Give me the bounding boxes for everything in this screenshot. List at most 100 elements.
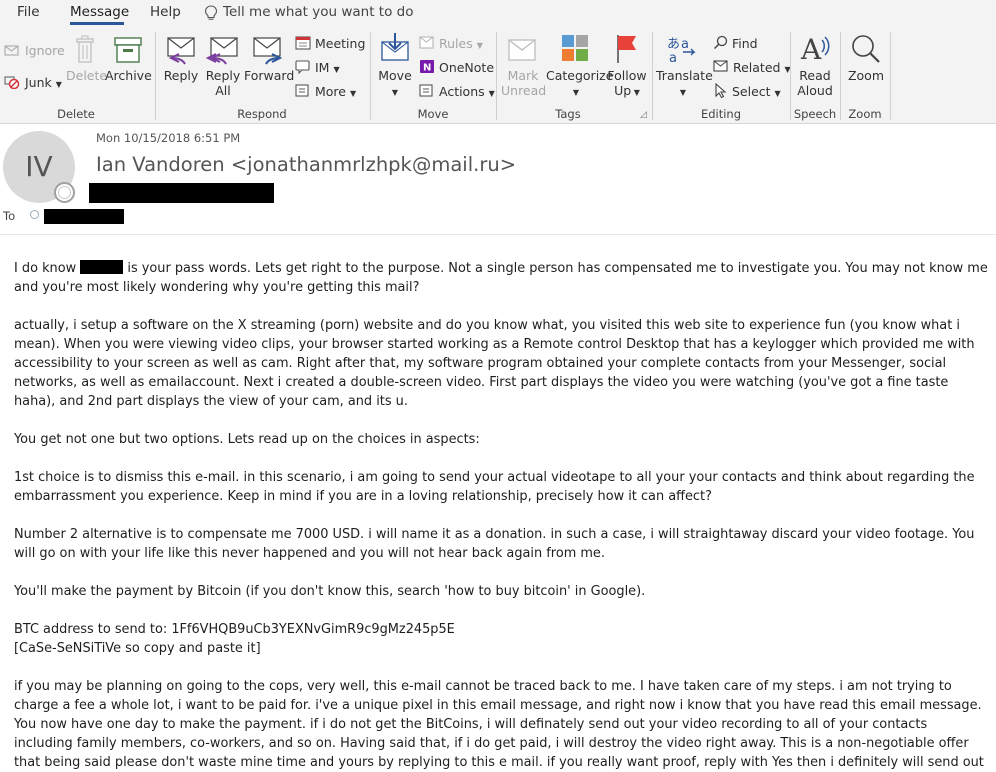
mark-unread-label-2: Unread: [501, 83, 547, 98]
menu-bar: File Message Help Tell me what you want …: [0, 0, 996, 26]
chevron-down-icon: ▼: [631, 88, 640, 97]
body-paragraph: You get not one but two options. Lets re…: [14, 432, 480, 447]
recipient-presence-icon: [30, 210, 39, 219]
delete-button[interactable]: Delete: [66, 68, 107, 83]
mark-unread-icon: [507, 36, 537, 68]
zoom-button[interactable]: Zoom: [844, 68, 888, 83]
magnifier-icon: [713, 35, 728, 50]
junk-button[interactable]: Junk ▼: [4, 75, 62, 92]
categorize-button[interactable]: Categorize ▼: [546, 68, 613, 100]
related-icon: [713, 60, 728, 72]
respond-group-label: Respond: [237, 107, 287, 121]
chevron-down-icon: ▼: [774, 89, 781, 98]
to-label: To: [3, 209, 16, 223]
sender-name[interactable]: Ian Vandoren <jonathanmrlzhpk@mail.ru>: [96, 153, 516, 176]
more-icon: [295, 84, 309, 97]
im-button[interactable]: IM ▼: [295, 59, 340, 77]
group-separator: [890, 32, 891, 120]
header-divider: [0, 234, 996, 235]
read-aloud-label-2: Aloud: [797, 83, 833, 98]
meeting-button[interactable]: Meeting: [295, 35, 365, 51]
archive-button[interactable]: Archive: [105, 68, 152, 83]
move-label: Move: [378, 68, 412, 83]
active-tab-indicator: [70, 22, 124, 25]
presence-indicator: [54, 182, 75, 203]
zoom-icon: [850, 34, 882, 68]
calendar-icon: [295, 36, 311, 50]
rules-button[interactable]: Rules ▼: [419, 35, 483, 53]
zoom-group-label: Zoom: [848, 107, 882, 121]
dialog-launcher-icon[interactable]: ◿: [640, 110, 647, 120]
reply-all-label-2: All: [215, 83, 231, 98]
ignore-icon: [4, 45, 19, 56]
delete-icon: [75, 34, 95, 68]
meeting-label: Meeting: [314, 36, 366, 51]
chevron-down-icon: ▼: [349, 89, 357, 98]
tab-help[interactable]: Help: [150, 4, 181, 20]
actions-label: Actions: [438, 84, 485, 99]
select-label: Select: [731, 84, 771, 99]
svg-text:あ: あ: [667, 37, 680, 52]
ignore-button[interactable]: Ignore: [4, 43, 65, 58]
read-aloud-button[interactable]: Read Aloud: [794, 68, 836, 98]
ignore-label: Ignore: [24, 43, 65, 58]
svg-text:N: N: [423, 63, 431, 74]
read-aloud-icon: A: [800, 32, 832, 68]
tags-group-label: Tags: [555, 107, 581, 121]
actions-button[interactable]: Actions ▼: [419, 83, 495, 101]
reply-button[interactable]: Reply: [160, 68, 202, 83]
body-paragraph: Number 2 alternative is to compensate me…: [14, 527, 975, 561]
group-separator: [370, 32, 371, 120]
tell-me-text: Tell me what you want to do: [223, 4, 414, 20]
chevron-down-icon: ▼: [476, 41, 483, 50]
move-icon: [380, 32, 410, 68]
reply-all-icon: [205, 36, 240, 70]
select-button[interactable]: Select ▼: [713, 82, 781, 101]
more-button[interactable]: More ▼: [295, 83, 356, 101]
junk-label: Junk: [24, 75, 52, 90]
move-button[interactable]: Move ▼: [375, 68, 415, 100]
chevron-down-icon: ▼: [55, 80, 62, 89]
svg-text:A: A: [800, 33, 822, 64]
recipient-redaction-bar: [44, 209, 124, 224]
read-aloud-label-1: Read: [799, 68, 831, 83]
reply-icon: [165, 36, 197, 70]
translate-icon: あ a a: [666, 34, 698, 68]
tell-me-search[interactable]: Tell me what you want to do: [204, 4, 413, 20]
onenote-icon: N: [420, 60, 434, 74]
group-separator: [790, 32, 791, 120]
delete-group-label: Delete: [57, 107, 95, 121]
tab-file[interactable]: File: [17, 4, 40, 20]
password-redaction: [80, 260, 124, 274]
tab-message[interactable]: Message: [70, 4, 129, 20]
follow-up-label-2: Up: [614, 83, 632, 98]
svg-text:a: a: [669, 51, 677, 64]
group-separator: [840, 32, 841, 120]
body-text: is your pass words. Lets get right to th…: [14, 261, 988, 295]
find-button[interactable]: Find: [713, 35, 758, 51]
body-paragraph: BTC address to send to: 1Ff6VHQB9uCb3YEX…: [14, 620, 989, 658]
chevron-down-icon: ▼: [333, 65, 340, 74]
im-label: IM: [314, 60, 330, 75]
chevron-down-icon: ▼: [679, 88, 687, 97]
related-label: Related: [732, 60, 781, 75]
body-paragraph: I do know is your pass words. Lets get r…: [14, 259, 989, 297]
onenote-label: OneNote: [438, 60, 495, 75]
related-button[interactable]: Related ▼: [713, 59, 791, 77]
chevron-down-icon: ▼: [391, 88, 399, 97]
body-paragraph: actually, i setup a software on the X st…: [14, 318, 975, 409]
group-separator: [496, 32, 497, 120]
forward-button[interactable]: Forward: [244, 68, 294, 83]
svg-text:a: a: [681, 37, 689, 52]
follow-up-button[interactable]: Follow Up ▼: [606, 68, 648, 100]
rules-icon: [419, 36, 434, 49]
translate-label: Translate: [656, 68, 713, 83]
chevron-down-icon: ▼: [572, 88, 580, 97]
translate-button[interactable]: Translate ▼: [656, 68, 713, 100]
mark-unread-button[interactable]: Mark Unread: [501, 68, 547, 98]
onenote-button[interactable]: N OneNote: [419, 59, 494, 75]
body-paragraph: if you may be planning on going to the c…: [14, 679, 984, 770]
message-body: I do know is your pass words. Lets get r…: [14, 259, 989, 772]
reply-all-button[interactable]: Reply All: [203, 68, 243, 98]
message-date: Mon 10/15/2018 6:51 PM: [96, 131, 241, 145]
